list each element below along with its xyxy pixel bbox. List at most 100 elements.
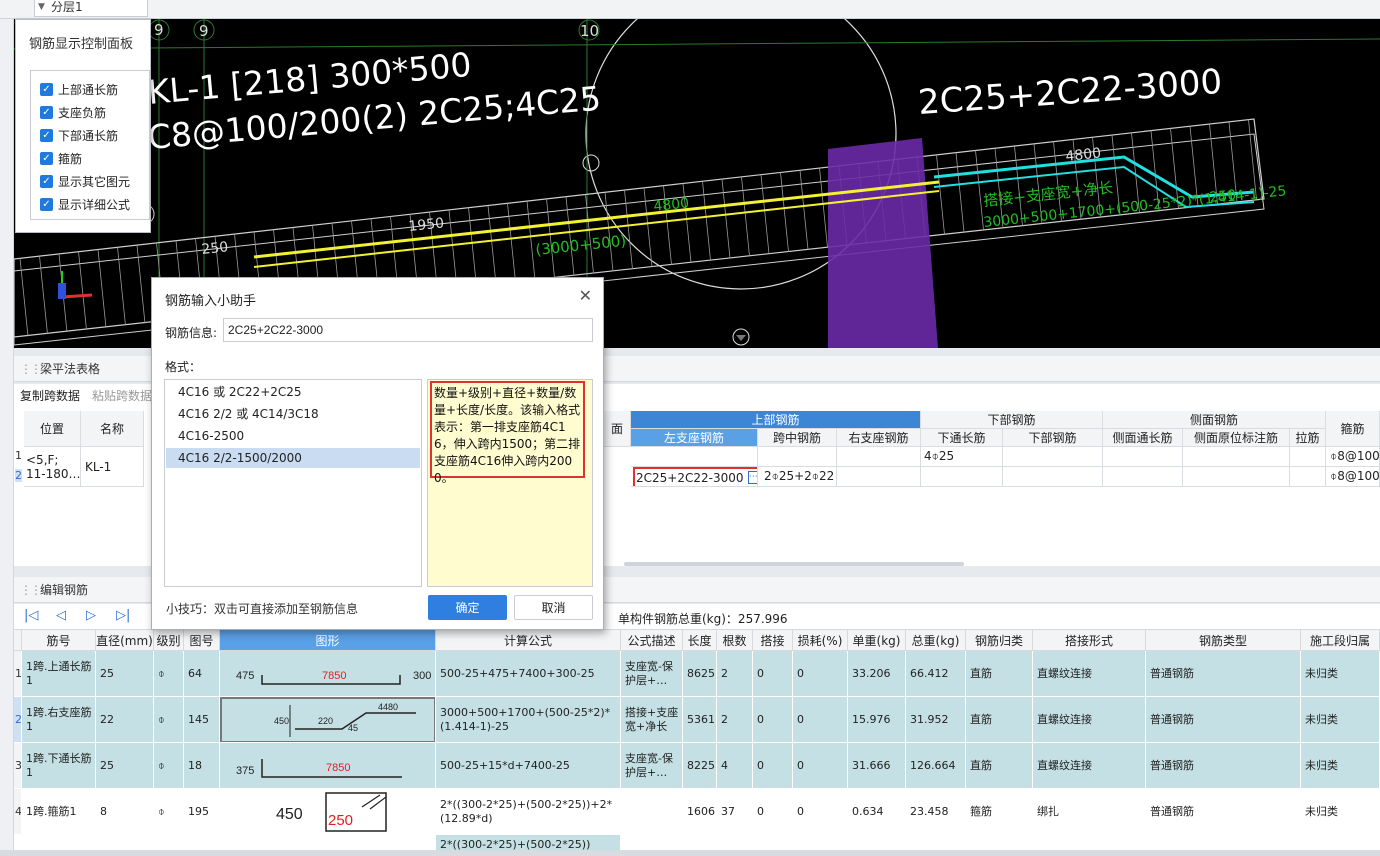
cell-segment[interactable]: 未归类	[1301, 697, 1380, 743]
layer-dropdown[interactable]: ▼ 分层1	[34, 0, 148, 17]
next-record-icon[interactable]: ▷	[86, 608, 96, 623]
cell-length[interactable]: 8225	[683, 743, 717, 789]
cell-right-support[interactable]	[837, 467, 921, 487]
cell-bottom-bar[interactable]	[1003, 467, 1103, 487]
copy-span-button[interactable]: 复制跨数据	[20, 384, 80, 408]
cell-side-original[interactable]	[1183, 447, 1290, 467]
cell-unit-weight[interactable]: 31.666	[848, 743, 906, 789]
cell-category[interactable]: 直筋	[966, 743, 1033, 789]
cancel-button[interactable]: 取消	[514, 595, 593, 620]
cell-bar-type[interactable]: 普通钢筋	[1146, 651, 1301, 697]
cell-desc[interactable]	[621, 789, 683, 835]
grip-icon[interactable]: ⋮⋮	[20, 577, 42, 603]
cell-mid[interactable]: 2⌽25+2⌽22	[758, 467, 837, 487]
cell-formula[interactable]: 2*((300-2*25)+(500-2*25))+2*(12.89*d)	[436, 789, 621, 835]
cell-length[interactable]: 1606	[683, 789, 717, 835]
cell-bottom-through[interactable]	[921, 467, 1003, 487]
close-icon[interactable]: ✕	[579, 286, 592, 305]
cell-diameter[interactable]: 22	[96, 697, 154, 743]
cell-mid[interactable]	[758, 447, 837, 467]
checkbox-other-elements[interactable]: ✓ 显示其它图元	[40, 172, 130, 190]
cell-bar-no[interactable]: 1跨.下通长筋1	[22, 743, 96, 789]
horizontal-scrollbar[interactable]	[624, 562, 964, 566]
cell-lap-type[interactable]: 直螺纹连接	[1033, 651, 1146, 697]
cell-bottom-bar[interactable]	[1003, 447, 1103, 467]
cell-formula[interactable]: 500-25+15*d+7400-25	[436, 743, 621, 789]
cell-diameter[interactable]: 25	[96, 743, 154, 789]
cell-lap[interactable]: 0	[753, 789, 793, 835]
cell-bar-type[interactable]: 普通钢筋	[1146, 697, 1301, 743]
cell-unit-weight[interactable]: 0.634	[848, 789, 906, 835]
cell-lap[interactable]: 0	[753, 743, 793, 789]
cell-desc[interactable]: 支座宽-保护层+…	[621, 651, 683, 697]
cell-diameter[interactable]: 8	[96, 789, 154, 835]
cell-side-original[interactable]	[1183, 467, 1290, 487]
cell-desc[interactable]: 搭接+支座宽+净长	[621, 697, 683, 743]
cell-tie[interactable]	[1290, 467, 1326, 487]
cell-unit-weight[interactable]: 33.206	[848, 651, 906, 697]
cell-shape[interactable]: 475 7850 300	[220, 651, 436, 697]
cell-segment[interactable]: 未归类	[1301, 651, 1380, 697]
cell-length[interactable]: 8625	[683, 651, 717, 697]
cell-loss[interactable]: 0	[793, 789, 848, 835]
cell-shape[interactable]: 375 7850	[220, 743, 436, 789]
cell-shape[interactable]: 4480 450 220 45	[220, 697, 436, 743]
cell-count[interactable]: 2	[717, 651, 753, 697]
cell-grade[interactable]: ⌽	[154, 697, 184, 743]
cell-loss[interactable]: 0	[793, 743, 848, 789]
format-item-selected[interactable]: 4C16 2/2-1500/2000	[166, 448, 420, 468]
cell-tie[interactable]	[1290, 447, 1326, 467]
cell-loss[interactable]: 0	[793, 697, 848, 743]
last-record-icon[interactable]: ▷|	[116, 608, 130, 623]
cell-bar-no[interactable]: 1跨.箍筋1	[22, 789, 96, 835]
cell-diameter[interactable]: 25	[96, 651, 154, 697]
cell-left-support-edit[interactable]: 2C25+2C22-3000 ⋯	[631, 467, 758, 487]
cell-bar-no[interactable]: 1跨.右支座筋1	[22, 697, 96, 743]
cell-left-support[interactable]	[631, 447, 758, 467]
cell-count[interactable]: 4	[717, 743, 753, 789]
cell-unit-weight[interactable]: 15.976	[848, 697, 906, 743]
cell-count[interactable]: 2	[717, 697, 753, 743]
cell-total-weight[interactable]: 31.952	[906, 697, 966, 743]
cell-category[interactable]: 箍筋	[966, 789, 1033, 835]
cell-bar-type[interactable]: 普通钢筋	[1146, 743, 1301, 789]
cell-total-weight[interactable]: 126.664	[906, 743, 966, 789]
checkbox-top-through[interactable]: ✓ 上部通长筋	[40, 80, 118, 98]
cell-total-weight[interactable]: 23.458	[906, 789, 966, 835]
first-record-icon[interactable]: |◁	[24, 608, 38, 623]
format-list[interactable]: 4C16 或 2C22+2C25 4C16 2/2 或 4C14/3C18 4C…	[164, 379, 422, 587]
cell-stirrup[interactable]: ⌽8@100	[1326, 447, 1380, 467]
paste-span-button[interactable]: 粘贴跨数据	[92, 384, 152, 408]
cell-side-through[interactable]	[1103, 447, 1183, 467]
cell-bar-type[interactable]: 普通钢筋	[1146, 789, 1301, 835]
grip-icon[interactable]: ⋮⋮	[20, 356, 42, 382]
cell-bottom-through[interactable]: 4⌽25	[921, 447, 1003, 467]
cell-lap[interactable]: 0	[753, 697, 793, 743]
cell-grade[interactable]: ⌽	[154, 743, 184, 789]
cell-length[interactable]: 5361	[683, 697, 717, 743]
cell-figure-no[interactable]: 18	[184, 743, 220, 789]
cell-name[interactable]: KL-1	[81, 447, 144, 487]
cell-count[interactable]: 37	[717, 789, 753, 835]
more-options-icon[interactable]: ⋯	[747, 471, 757, 484]
cell-formula[interactable]: 3000+500+1700+(500-25*2)*(1.414-1)-25	[436, 697, 621, 743]
left-support-editor[interactable]: 2C25+2C22-3000 ⋯	[633, 467, 757, 486]
ok-button[interactable]: 确定	[428, 595, 507, 620]
rebar-info-input[interactable]	[223, 318, 593, 342]
cell-right-support[interactable]	[837, 447, 921, 467]
cell-figure-no[interactable]: 145	[184, 697, 220, 743]
chevron-down-icon[interactable]	[736, 335, 746, 341]
cell-stirrup[interactable]: ⌽8@100	[1326, 467, 1380, 487]
format-item[interactable]: 4C16 2/2 或 4C14/3C18	[166, 404, 420, 424]
cell-figure-no[interactable]: 195	[184, 789, 220, 835]
cell-formula[interactable]: 500-25+475+7400+300-25	[436, 651, 621, 697]
prev-record-icon[interactable]: ◁	[56, 608, 66, 623]
format-item[interactable]: 4C16-2500	[166, 426, 420, 446]
checkbox-bottom-through[interactable]: ✓ 下部通长筋	[40, 126, 118, 144]
cell-grade[interactable]: ⌽	[154, 651, 184, 697]
checkbox-detailed-formula[interactable]: ✓ 显示详细公式	[40, 195, 130, 213]
format-item[interactable]: 4C16 或 2C22+2C25	[166, 382, 420, 402]
cell-segment[interactable]: 未归类	[1301, 743, 1380, 789]
cell-lap-type[interactable]: 直螺纹连接	[1033, 697, 1146, 743]
cell-desc[interactable]: 支座宽-保护层+…	[621, 743, 683, 789]
